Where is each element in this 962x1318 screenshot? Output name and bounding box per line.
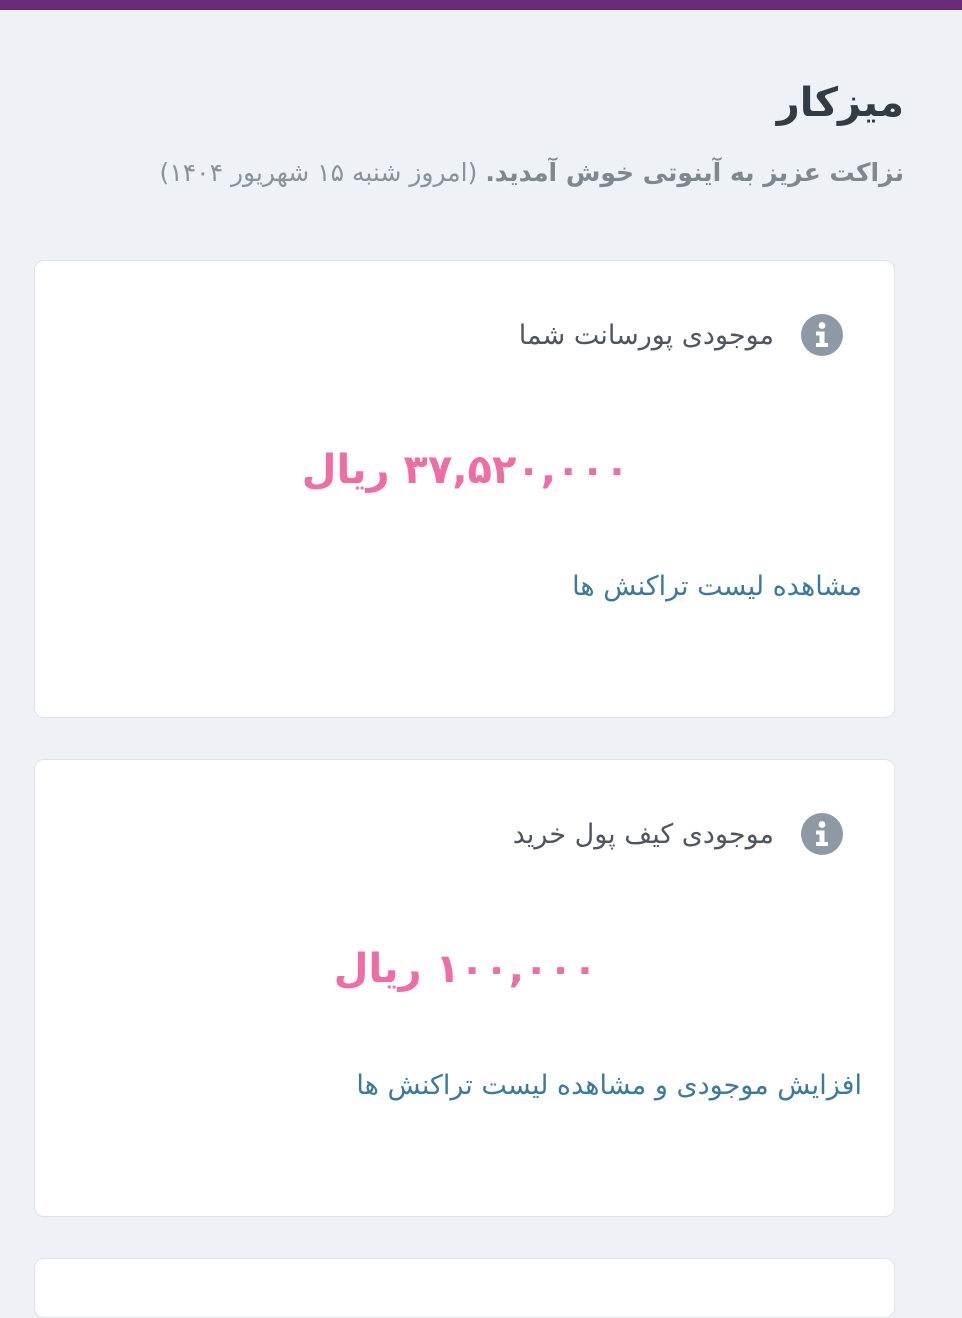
welcome-text: به آینوتی خوش آمدید. bbox=[485, 158, 764, 187]
commission-amount: ۳۷,۵۲۰,۰۰۰ ریال bbox=[301, 447, 630, 493]
date-note: (امروز شنبه ۱۵ شهریور ۱۴۰۴) bbox=[159, 158, 486, 187]
welcome-name: نزاکت عزیز bbox=[763, 158, 904, 187]
page-title: میزکار bbox=[776, 80, 904, 126]
commission-balance-card: موجودی پورسانت شما ۳۷,۵۲۰,۰۰۰ ریال مشاهد… bbox=[34, 260, 895, 718]
wallet-amount: ۱۰۰,۰۰۰ ریال bbox=[333, 946, 598, 992]
card-title: موجودی پورسانت شما bbox=[518, 319, 774, 351]
card-header: موجودی پورسانت شما bbox=[519, 313, 844, 357]
card-header: موجودی کیف پول خرید bbox=[513, 812, 844, 856]
increase-balance-link[interactable]: افزایش موجودی و مشاهده لیست تراکنش ها bbox=[356, 1070, 862, 1101]
next-card bbox=[34, 1258, 895, 1318]
wallet-balance-card: موجودی کیف پول خرید ۱۰۰,۰۰۰ ریال افزایش … bbox=[34, 759, 895, 1217]
view-transactions-link[interactable]: مشاهده لیست تراکنش ها bbox=[572, 571, 862, 602]
info-icon[interactable] bbox=[800, 313, 844, 357]
top-bar bbox=[0, 0, 962, 10]
card-title: موجودی کیف پول خرید bbox=[512, 818, 774, 850]
welcome-message: نزاکت عزیز به آینوتی خوش آمدید. (امروز ش… bbox=[40, 156, 904, 190]
info-icon[interactable] bbox=[800, 812, 844, 856]
page-header: میزکار نزاکت عزیز به آینوتی خوش آمدید. (… bbox=[40, 76, 904, 190]
